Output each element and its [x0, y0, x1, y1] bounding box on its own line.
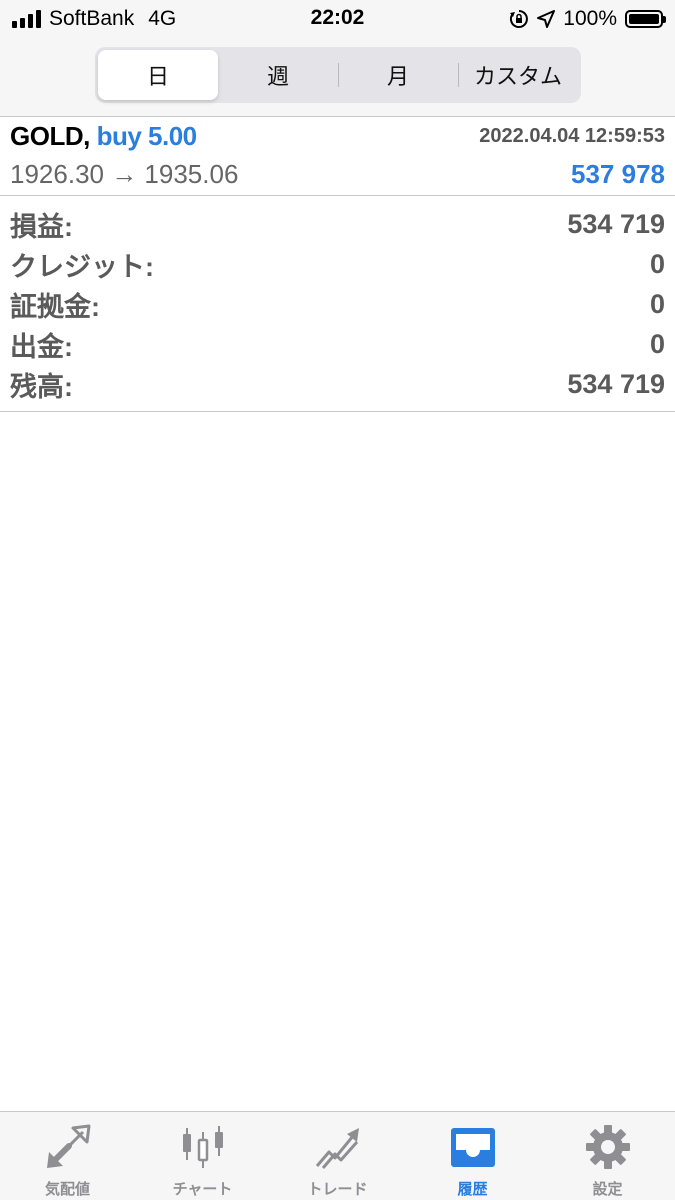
summary-row-profit: 損益: 534 719 — [0, 204, 675, 244]
deal-prices: 1926.30 → 1935.06 — [10, 159, 239, 189]
tab-label: チャート — [172, 1181, 233, 1198]
summary-value: 534 719 — [567, 368, 665, 399]
summary-row-deposit: 証拠金: 0 — [0, 284, 675, 324]
tab-settings[interactable]: 設定 — [540, 1112, 675, 1200]
summary-row-balance: 残高: 534 719 — [0, 364, 675, 404]
summary-label: 残高: — [10, 371, 73, 402]
orientation-lock-icon — [510, 10, 529, 28]
account-summary: 損益: 534 719 クレジット: 0 証拠金: 0 出金: 0 残高: 53… — [0, 196, 675, 412]
tab-history[interactable]: 履歴 — [405, 1112, 540, 1200]
summary-label: クレジット: — [10, 251, 154, 282]
status-bar: SoftBank 4G 22:02 100% — [0, 0, 675, 38]
tab-label: 履歴 — [457, 1181, 488, 1198]
summary-value: 534 719 — [567, 208, 665, 239]
summary-value: 0 — [649, 328, 665, 359]
trade-trend-icon — [315, 1128, 359, 1169]
segment-day[interactable]: 日 — [98, 50, 218, 100]
deal-symbol: GOLD, — [10, 121, 90, 151]
history-inbox-icon — [450, 1128, 495, 1167]
tab-chart[interactable]: チャート — [135, 1112, 270, 1200]
period-segmented-control: 日 週 月 カスタム — [95, 47, 581, 103]
deal-row[interactable]: GOLD, buy 5.00 2022.04.04 12:59:53 1926.… — [0, 117, 675, 196]
deal-datetime: 2022.04.04 12:59:53 — [479, 125, 665, 147]
gear-icon — [585, 1125, 630, 1169]
segment-month[interactable]: 月 — [338, 50, 458, 100]
tab-label: 気配値 — [44, 1181, 90, 1198]
history-screen: SoftBank 4G 22:02 100% 日 週 月 カスタム GOLD, … — [0, 0, 675, 1200]
tab-quotes[interactable]: 気配値 — [0, 1112, 135, 1200]
summary-label: 損益: — [10, 211, 73, 242]
tab-label: 設定 — [592, 1181, 623, 1198]
candlestick-chart-icon — [182, 1126, 223, 1168]
summary-value: 0 — [649, 288, 665, 319]
summary-label: 証拠金: — [10, 291, 100, 322]
summary-label: 出金: — [10, 331, 73, 362]
header: 日 週 月 カスタム — [0, 38, 675, 117]
segment-week[interactable]: 週 — [218, 50, 338, 100]
deal-type-volume: buy 5.00 — [96, 121, 198, 151]
summary-row-withdrawal: 出金: 0 — [0, 324, 675, 364]
tab-label: トレード — [307, 1181, 368, 1198]
deal-profit: 537 978 — [571, 159, 665, 189]
battery-percent: 100% — [563, 7, 617, 30]
summary-value: 0 — [649, 248, 665, 279]
battery-icon — [625, 10, 666, 28]
bottom-tab-bar: 気配値 チャート トレード 履歴 設定 — [0, 1111, 675, 1200]
segment-custom[interactable]: カスタム — [458, 50, 578, 100]
location-arrow-icon — [537, 10, 556, 28]
summary-row-credit: クレジット: 0 — [0, 244, 675, 284]
quotes-arrows-icon — [46, 1124, 90, 1168]
tab-trade[interactable]: トレード — [270, 1112, 405, 1200]
